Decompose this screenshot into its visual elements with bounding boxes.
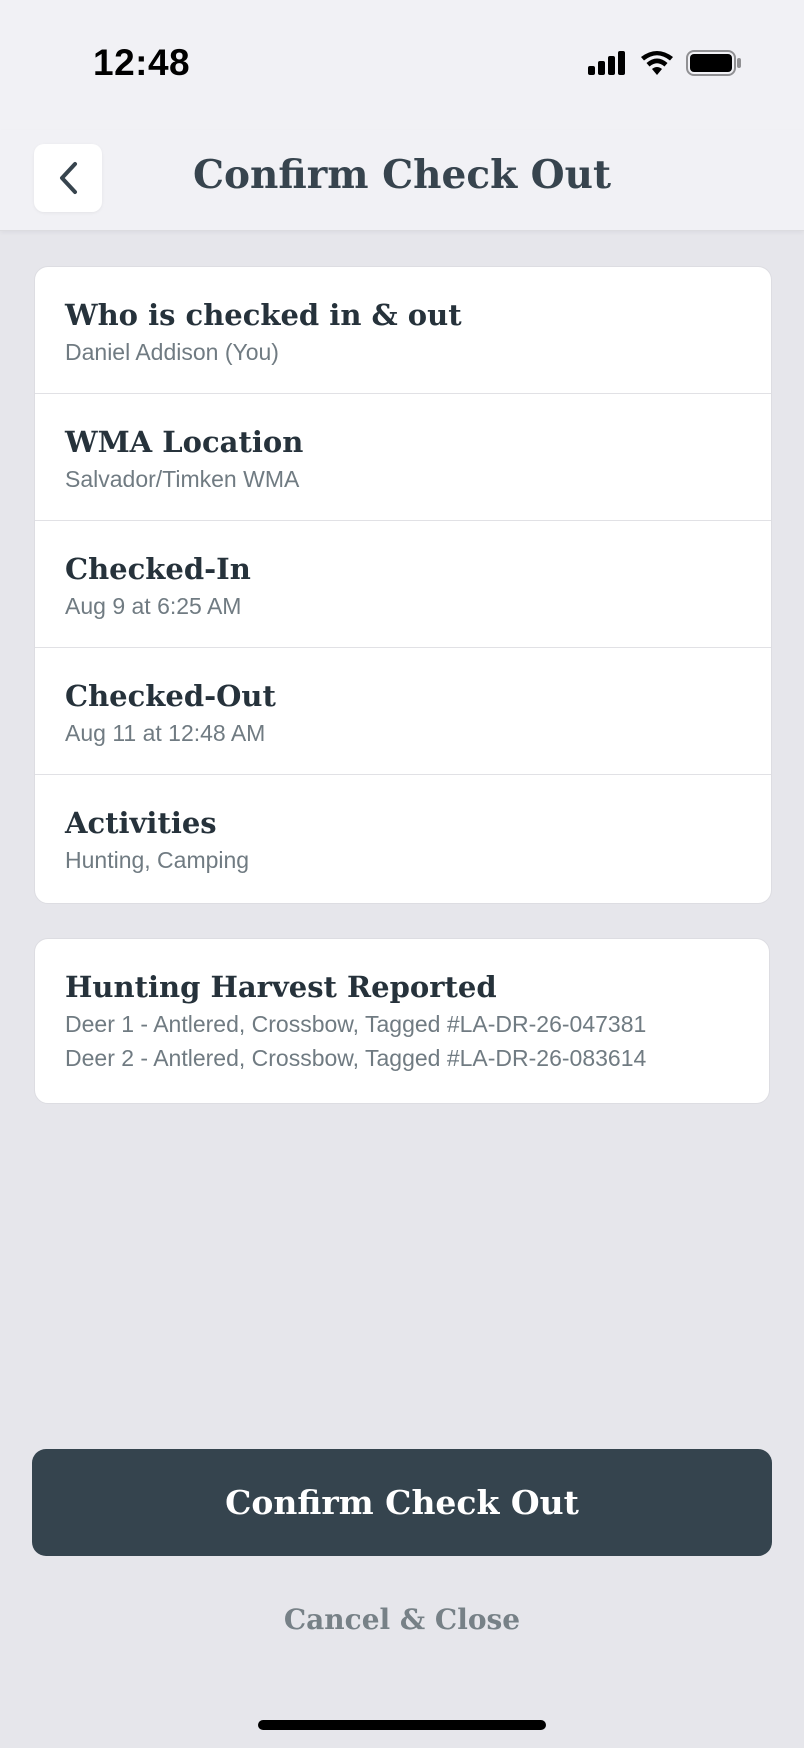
harvest-title: Hunting Harvest Reported: [65, 970, 497, 1004]
checkout-details-card: Who is checked in & out Daniel Addison (…: [34, 266, 772, 904]
detail-row-checked-out: Checked-Out Aug 11 at 12:48 AM: [35, 648, 771, 775]
harvest-item: Deer 1 - Antlered, Crossbow, Tagged #LA-…: [65, 1011, 647, 1037]
detail-title: Activities: [65, 806, 217, 840]
detail-row-activities: Activities Hunting, Camping: [35, 775, 771, 902]
cancel-close-button[interactable]: Cancel & Close: [0, 1603, 804, 1636]
harvest-item: Deer 2 - Antlered, Crossbow, Tagged #LA-…: [65, 1045, 647, 1071]
harvest-card: Hunting Harvest Reported Deer 1 - Antler…: [34, 938, 770, 1104]
status-time: 12:48: [93, 42, 191, 83]
status-icons: [588, 50, 742, 76]
page-title: Confirm Check Out: [192, 152, 612, 198]
wifi-icon: [641, 51, 673, 75]
detail-title: Checked-Out: [65, 679, 276, 713]
detail-title: Checked-In: [65, 552, 251, 586]
detail-row-checked-in: Checked-In Aug 9 at 6:25 AM: [35, 521, 771, 648]
detail-value: Aug 9 at 6:25 AM: [65, 593, 242, 619]
detail-value: Aug 11 at 12:48 AM: [65, 720, 266, 746]
home-indicator: [258, 1720, 546, 1730]
confirm-check-out-button[interactable]: Confirm Check Out: [32, 1449, 772, 1556]
detail-row-who: Who is checked in & out Daniel Addison (…: [35, 267, 771, 394]
detail-value: Daniel Addison (You): [65, 339, 279, 365]
detail-row-location: WMA Location Salvador/Timken WMA: [35, 394, 771, 521]
detail-value: Hunting, Camping: [65, 847, 250, 873]
header: Confirm Check Out: [0, 130, 804, 231]
detail-value: Salvador/Timken WMA: [65, 466, 300, 492]
detail-title: Who is checked in & out: [65, 298, 462, 332]
status-bar: 12:48: [0, 0, 804, 130]
signal-icon: [588, 51, 625, 75]
detail-title: WMA Location: [65, 425, 304, 459]
battery-icon: [686, 50, 741, 76]
